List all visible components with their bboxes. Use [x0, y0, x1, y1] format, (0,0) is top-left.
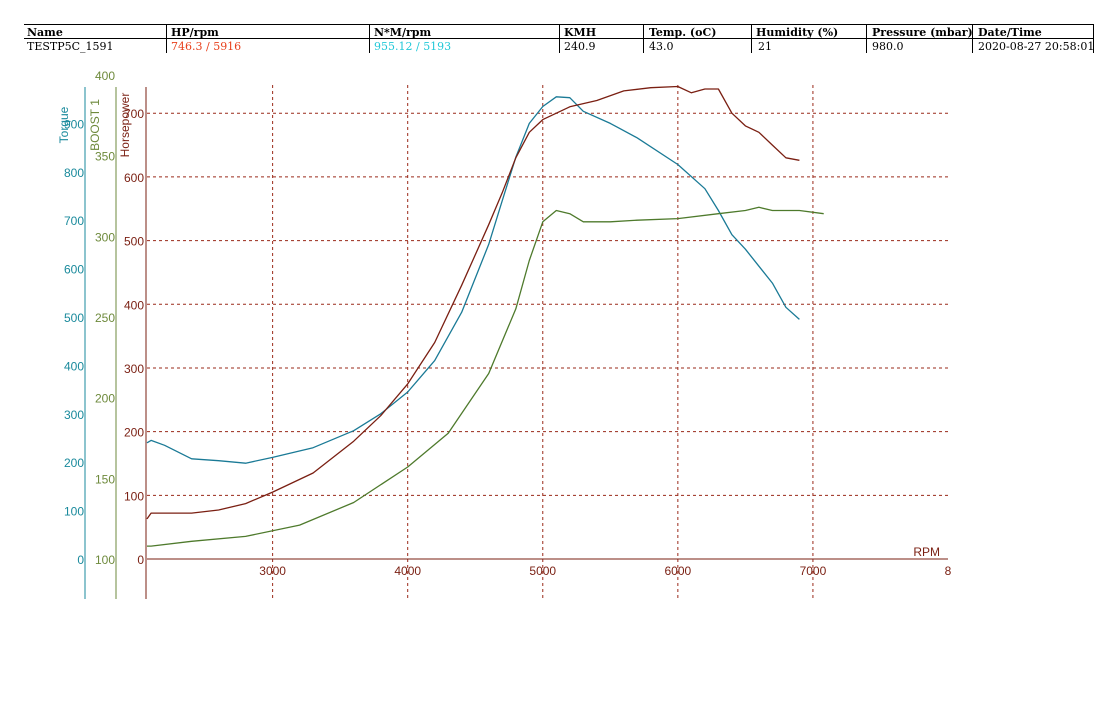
boost-tick-label: 150 — [95, 472, 115, 486]
humidity-header: Humidity (%) — [756, 26, 839, 39]
kmh-value: 240.9 — [564, 40, 596, 53]
hp-tick-label: 200 — [124, 426, 144, 440]
axis-labels: 3000 4000 5000 6000 7000 8RPM0100200300400500… — [57, 69, 952, 578]
col-separator — [166, 24, 167, 53]
hp-tick-label: 300 — [124, 362, 144, 376]
torque-tick-label: 800 — [64, 166, 84, 180]
col-separator — [643, 24, 644, 53]
humidity-value: 21 — [758, 40, 772, 53]
torque-tick-label: 300 — [64, 408, 84, 422]
hp-tick-label: 600 — [124, 171, 144, 185]
x-axis-title: RPM — [913, 545, 940, 559]
dyno-chart: 3000 4000 5000 6000 7000 8RPM0100200300400500… — [57, 69, 952, 599]
hp-tick-label: 0 — [137, 553, 144, 567]
torque-tick-label: 100 — [64, 505, 84, 519]
boost-tick-label: 250 — [95, 311, 115, 325]
hp-rpm-value: 746.3 / 5916 — [171, 40, 242, 53]
torque-tick-label: 400 — [64, 359, 84, 373]
torque-tick-label: 200 — [64, 456, 84, 470]
datetime-value: 2020-08-27 20:58:01 — [978, 40, 1095, 53]
torque-tick-label: 500 — [64, 311, 84, 325]
col-separator — [751, 24, 752, 53]
x-tick-label: 3000 — [259, 564, 286, 578]
x-tick-label: 5000 — [529, 564, 556, 578]
hp-tick-label: 500 — [124, 235, 144, 249]
col-separator — [559, 24, 560, 53]
hp-series-line — [146, 85, 800, 520]
grid — [147, 85, 948, 599]
kmh-header: KMH — [564, 26, 597, 39]
nm-rpm-header: N*M/rpm — [374, 26, 432, 39]
torque-tick-label: 600 — [64, 263, 84, 277]
boost-tick-label: 100 — [95, 553, 115, 567]
nm-rpm-value: 955.12 / 5193 — [374, 40, 452, 53]
boost-tick-label: 200 — [95, 392, 115, 406]
col-separator — [866, 24, 867, 53]
col-separator — [369, 24, 370, 53]
x-tick-label: 7000 — [800, 564, 827, 578]
results-header: Name TESTP5C_1591 HP/rpm 746.3 / 5916 N*… — [0, 0, 1119, 60]
boost-tick-label: 300 — [95, 230, 115, 244]
temp-value: 43.0 — [649, 40, 674, 53]
pressure-header: Pressure (mbar) — [872, 26, 973, 39]
hp-rpm-header: HP/rpm — [171, 26, 219, 39]
temp-header: Temp. (oC) — [649, 26, 717, 39]
series — [146, 85, 824, 547]
boost-axis-title: BOOST 1 — [88, 99, 102, 151]
boost-tick-label: 400 — [95, 69, 115, 83]
torque-axis-title: Torque — [57, 106, 71, 143]
name-header: Name — [27, 26, 63, 39]
x-tick-label: 8 — [945, 564, 952, 578]
hp-axis-title: Horsepower — [118, 93, 132, 158]
torque-series-line — [146, 96, 800, 464]
datetime-header: Date/Time — [978, 26, 1042, 39]
x-tick-label: 4000 — [394, 564, 421, 578]
hp-tick-label: 400 — [124, 298, 144, 312]
x-tick-label: 6000 — [664, 564, 691, 578]
torque-tick-label: 700 — [64, 214, 84, 228]
name-value: TESTP5C_1591 — [27, 40, 114, 53]
torque-tick-label: 0 — [77, 553, 84, 567]
hp-tick-label: 100 — [124, 489, 144, 503]
axes — [84, 87, 948, 599]
pressure-value: 980.0 — [872, 40, 904, 53]
